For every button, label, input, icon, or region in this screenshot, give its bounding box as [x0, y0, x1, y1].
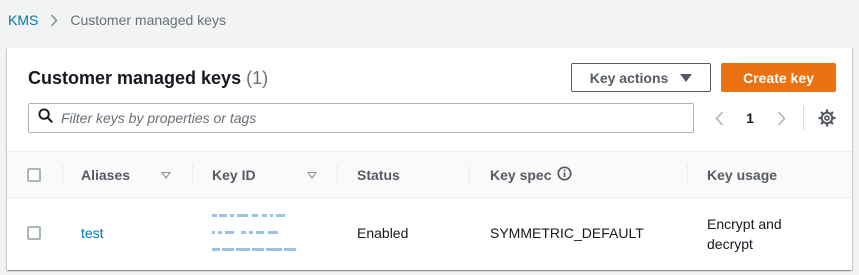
- column-key-id[interactable]: Key ID: [212, 152, 256, 198]
- table-header: Aliases Key ID Status Key spec Key usage: [7, 151, 852, 198]
- key-usage-line-2: decrypt: [707, 236, 753, 252]
- chevron-right-icon[interactable]: [773, 106, 789, 130]
- key-spec-value: SYMMETRIC_DEFAULT: [490, 225, 644, 241]
- create-key-button[interactable]: Create key: [721, 63, 836, 92]
- keys-table: Aliases Key ID Status Key spec Key usage…: [7, 151, 852, 270]
- sort-icon[interactable]: [307, 172, 317, 179]
- breadcrumb-current: Customer managed keys: [70, 12, 226, 28]
- chevron-right-icon: [44, 13, 64, 27]
- filter-input[interactable]: [61, 110, 661, 126]
- chevron-left-icon[interactable]: [711, 106, 727, 130]
- column-key-usage: Key usage: [707, 152, 777, 198]
- key-usage-value: Encrypt and decrypt: [707, 214, 782, 254]
- column-status-label: Status: [357, 167, 400, 183]
- key-actions-button[interactable]: Key actions: [571, 63, 711, 92]
- breadcrumb: KMS Customer managed keys: [8, 12, 226, 28]
- panel-title: Customer managed keys (1): [28, 68, 268, 89]
- key-usage-line-1: Encrypt and: [707, 216, 782, 232]
- key-id-redacted: [212, 206, 312, 262]
- column-key-spec: Key spec: [490, 152, 573, 198]
- status-value: Enabled: [357, 225, 409, 241]
- gear-icon[interactable]: [815, 106, 839, 130]
- select-all-checkbox[interactable]: [27, 168, 41, 182]
- column-separator: [687, 164, 688, 186]
- sort-icon[interactable]: [161, 172, 171, 179]
- column-separator: [62, 164, 63, 186]
- pagination: 1: [711, 106, 804, 130]
- caret-down-icon: [680, 73, 693, 82]
- column-key-id-label: Key ID: [212, 167, 256, 183]
- column-key-usage-label: Key usage: [707, 167, 778, 183]
- filter-box[interactable]: [28, 103, 694, 133]
- column-aliases[interactable]: Aliases: [81, 152, 130, 198]
- key-actions-label: Key actions: [589, 69, 669, 86]
- column-separator: [469, 164, 470, 186]
- select-all-cell: [27, 152, 41, 198]
- panel-title-text: Customer managed keys: [28, 68, 242, 88]
- breadcrumb-kms-link[interactable]: KMS: [8, 12, 38, 28]
- row-select-cell: [27, 226, 41, 240]
- alias-link[interactable]: test: [81, 225, 104, 241]
- key-count: (1): [246, 68, 269, 88]
- info-icon[interactable]: [557, 166, 573, 184]
- pager-divider: [803, 106, 804, 130]
- keys-panel: Customer managed keys (1) Key actions Cr…: [7, 48, 852, 270]
- column-separator: [192, 164, 193, 186]
- row-checkbox[interactable]: [27, 226, 41, 240]
- column-status: Status: [357, 152, 400, 198]
- column-separator: [337, 164, 338, 186]
- table-row[interactable]: test Enabled SYMMETRIC_DEFAULT Encrypt a…: [7, 198, 852, 270]
- column-aliases-label: Aliases: [81, 167, 131, 183]
- column-key-spec-label: Key spec: [490, 167, 552, 183]
- page-number[interactable]: 1: [727, 110, 773, 126]
- search-icon: [38, 108, 53, 128]
